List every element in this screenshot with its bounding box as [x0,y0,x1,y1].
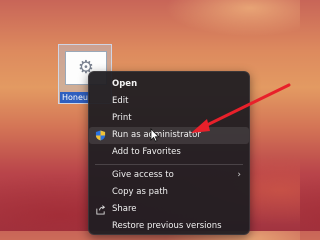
menu-item-label: Give access to [112,170,174,180]
menu-item-label: Add to Favorites [112,147,181,157]
chevron-right-icon: › [237,170,241,180]
menu-item-share[interactable]: Share [89,201,249,218]
menu-item-restore-previous-versions[interactable]: Restore previous versions [89,218,249,235]
menu-separator [95,164,243,165]
share-icon [96,205,106,215]
menu-item-give-access-to[interactable]: Give access to › [89,167,249,184]
menu-item-label: Edit [112,96,129,106]
menu-item-label: Restore previous versions [112,221,222,231]
menu-item-label: Open [112,79,138,89]
desktop-file-label: Honeu [60,92,90,103]
menu-item-label: Share [112,204,137,214]
annotation-arrow-icon [191,83,291,133]
menu-item-label: Copy as path [112,187,168,197]
menu-item-label: Print [112,113,132,123]
mouse-cursor-icon [150,128,160,142]
shield-icon [95,130,106,141]
menu-item-add-to-favorites[interactable]: Add to Favorites [89,144,249,161]
menu-item-copy-as-path[interactable]: Copy as path [89,184,249,201]
